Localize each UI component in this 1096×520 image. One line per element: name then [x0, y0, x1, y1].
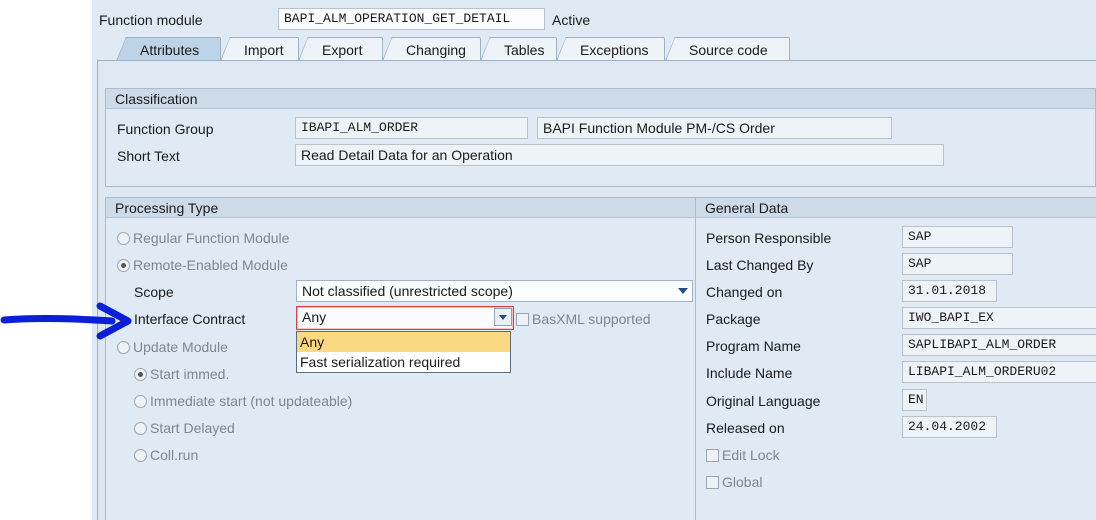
checkbox-icon: [706, 476, 719, 489]
dropdown-arrow-icon[interactable]: [494, 308, 512, 326]
interface-contract-label: Interface Contract: [134, 311, 246, 327]
radio-unchecked-icon: [117, 232, 130, 245]
scope-dropdown[interactable]: Not classified (unrestricted scope): [296, 280, 693, 302]
immediate-start-option[interactable]: Immediate start (not updateable): [134, 392, 352, 410]
start-immed-option[interactable]: Start immed.: [134, 365, 229, 383]
radio-unchecked-icon: [134, 449, 147, 462]
tab-changing[interactable]: Changing: [382, 37, 481, 61]
status-text: Active: [552, 12, 591, 28]
person-responsible-label: Person Responsible: [706, 230, 832, 246]
radio-unchecked-icon: [134, 422, 147, 435]
program-name-field[interactable]: SAPLIBAPI_ALM_ORDER: [902, 334, 1096, 356]
short-text-label: Short Text: [117, 148, 180, 164]
chevron-down-icon: [678, 288, 688, 294]
checkbox-icon: [706, 449, 719, 462]
remote-enabled-module-option[interactable]: Remote-Enabled Module: [117, 256, 288, 274]
function-group-label: Function Group: [117, 121, 214, 137]
person-responsible-field[interactable]: SAP: [902, 226, 1013, 248]
radio-checked-icon: [134, 368, 147, 381]
annotation-arrow-icon: [0, 302, 132, 340]
package-label: Package: [706, 311, 761, 327]
basxml-supported-checkbox[interactable]: BasXML supported: [516, 310, 651, 328]
radio-checked-icon: [117, 259, 130, 272]
include-name-field[interactable]: LIBAPI_ALM_ORDERU02: [902, 361, 1096, 383]
short-text-field[interactable]: Read Detail Data for an Operation: [295, 144, 944, 166]
classification-title: Classification: [106, 89, 1095, 109]
coll-run-option[interactable]: Coll.run: [134, 446, 198, 464]
released-on-field[interactable]: 24.04.2002: [902, 416, 997, 438]
tab-export[interactable]: Export: [298, 37, 383, 61]
interface-contract-listbox: Any Fast serialization required: [296, 331, 511, 373]
scope-label: Scope: [134, 284, 174, 300]
package-field[interactable]: IWO_BAPI_EX: [902, 307, 1096, 329]
radio-unchecked-icon: [134, 395, 147, 408]
tab-attributes[interactable]: Attributes: [116, 37, 221, 61]
regular-function-module-option[interactable]: Regular Function Module: [117, 229, 289, 247]
function-group-field[interactable]: IBAPI_ALM_ORDER: [295, 117, 528, 139]
last-changed-by-field[interactable]: SAP: [902, 253, 1013, 275]
edit-lock-checkbox[interactable]: Edit Lock: [706, 446, 780, 464]
tab-source-code[interactable]: Source code: [665, 37, 790, 61]
last-changed-by-label: Last Changed By: [706, 257, 814, 273]
program-name-label: Program Name: [706, 338, 801, 354]
function-group-description: BAPI Function Module PM-/CS Order: [537, 117, 892, 139]
global-checkbox[interactable]: Global: [706, 473, 762, 491]
tab-tables[interactable]: Tables: [480, 37, 557, 61]
function-module-label: Function module: [99, 12, 203, 28]
dropdown-option-any[interactable]: Any: [297, 332, 510, 352]
original-language-label: Original Language: [706, 393, 821, 409]
changed-on-label: Changed on: [706, 284, 783, 300]
original-language-field[interactable]: EN: [902, 389, 927, 411]
function-module-field[interactable]: BAPI_ALM_OPERATION_GET_DETAIL: [278, 8, 545, 30]
released-on-label: Released on: [706, 420, 785, 436]
dropdown-option-fast-serialization[interactable]: Fast serialization required: [297, 352, 510, 372]
tab-exceptions[interactable]: Exceptions: [556, 37, 665, 61]
general-data-title: General Data: [696, 198, 1096, 218]
interface-contract-dropdown[interactable]: Any: [296, 306, 514, 330]
processing-type-title: Processing Type: [106, 198, 695, 218]
tab-import[interactable]: Import: [220, 37, 299, 61]
changed-on-field[interactable]: 31.01.2018: [902, 280, 997, 302]
include-name-label: Include Name: [706, 365, 793, 381]
start-delayed-option[interactable]: Start Delayed: [134, 419, 235, 437]
checkbox-icon: [516, 313, 529, 326]
